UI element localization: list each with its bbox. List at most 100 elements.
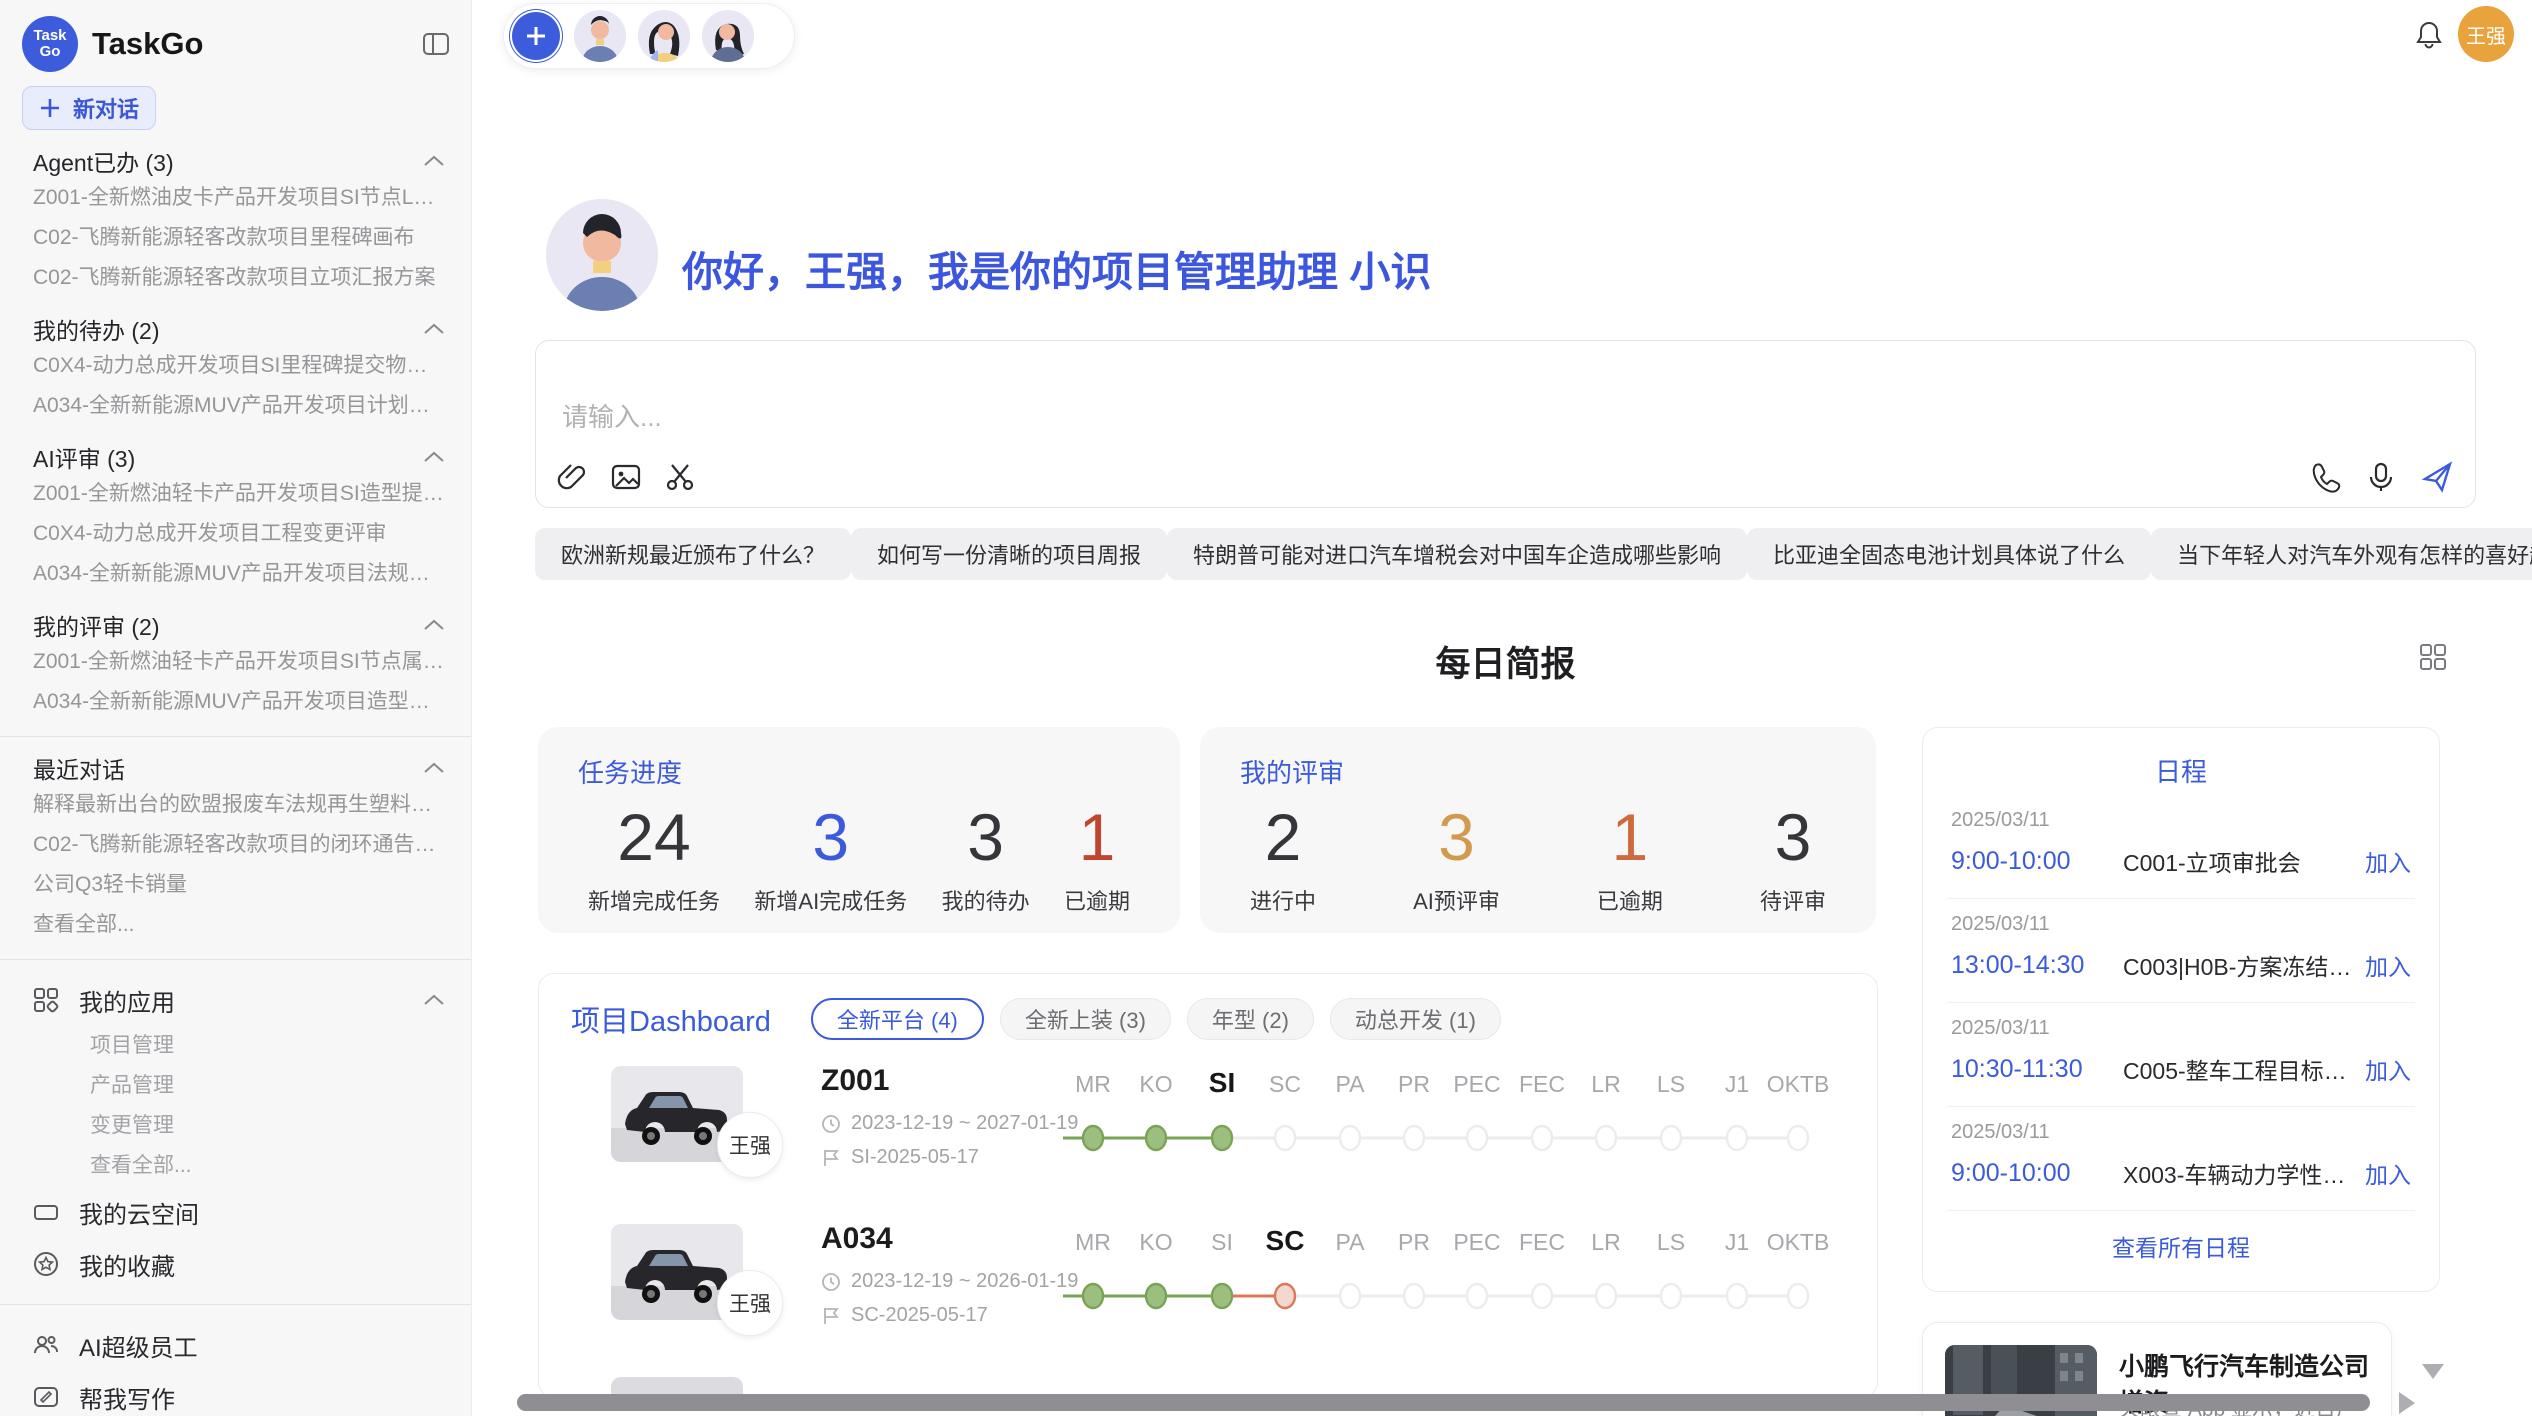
dashboard-title: 项目Dashboard <box>571 998 771 1040</box>
section-header[interactable]: 我的待办 (2) <box>0 312 471 346</box>
recent-item[interactable]: C02-飞腾新能源轻客改款项目的闭环通告反馈情况 <box>0 825 471 865</box>
sidebar-item-help-write[interactable]: 帮我写作 <box>0 1371 471 1416</box>
view-all-schedule-link[interactable]: 查看所有日程 <box>1923 1229 2439 1263</box>
project-flag-text: SC-2025-05-17 <box>851 1304 988 1327</box>
scissors-icon[interactable] <box>664 461 696 493</box>
dashboard-tab[interactable]: 全新平台 (4) <box>811 998 984 1040</box>
suggestion-chip[interactable]: 当下年轻人对汽车外观有怎样的喜好趋势 <box>2151 528 2532 580</box>
stat-label: 我的待办 <box>942 884 1030 916</box>
project-row[interactable]: 王强A034 2023-12-19 ~ 2026-01-19 SC-2025-0… <box>539 1208 1877 1366</box>
project-daterange-text: 2023-12-19 ~ 2027-01-19 <box>851 1112 1078 1135</box>
schedule-date: 2025/03/11 <box>1923 1017 2439 1040</box>
section-header[interactable]: 最近对话 <box>0 751 471 785</box>
chevron-up-icon <box>423 155 445 167</box>
section-header[interactable]: Agent已办 (3) <box>0 144 471 178</box>
recent-item[interactable]: 公司Q3轻卡销量 <box>0 865 471 905</box>
section-title: 我的待办 (2) <box>33 312 160 346</box>
attachment-icon[interactable] <box>556 461 588 493</box>
project-flag-text: SI-2025-05-17 <box>851 1146 979 1169</box>
scroll-down-arrow-icon[interactable] <box>2422 1364 2444 1379</box>
project-owner-badge: 王强 <box>717 1112 783 1178</box>
microphone-icon[interactable] <box>2365 461 2397 493</box>
my-apps-label: 我的应用 <box>79 983 403 1018</box>
sidebar-item-ai-employee[interactable]: AI超级员工 <box>0 1319 471 1371</box>
new-chat-button[interactable]: 新对话 <box>22 86 156 130</box>
agent-avatar-1[interactable] <box>574 10 626 62</box>
sidebar-section: 我的评审 (2)Z001-全新燃油轻卡产品开发项目SI节点属性5D文件评审A03… <box>0 608 471 722</box>
join-meeting-link[interactable]: 加入 <box>2365 948 2411 982</box>
taskgo-logo: Task Go <box>22 16 78 72</box>
chat-input-box[interactable]: 请输入... <box>535 340 2476 508</box>
sidebar-item[interactable]: A034-全新新能源MUV产品开发项目造型可行性评审 <box>0 682 471 722</box>
sidebar-item[interactable]: C02-飞腾新能源轻客改款项目立项汇报方案 <box>0 258 471 298</box>
stat-value: 1 <box>1064 800 1130 874</box>
image-icon[interactable] <box>610 461 642 493</box>
project-daterange: 2023-12-19 ~ 2026-01-19 <box>821 1270 1078 1293</box>
dashboard-tab[interactable]: 全新上装 (3) <box>1000 998 1171 1040</box>
project-code: Z001 <box>821 1064 889 1098</box>
dashboard-tab[interactable]: 年型 (2) <box>1187 998 1314 1040</box>
sidebar-item[interactable]: Z001-全新燃油轻卡产品开发项目SI造型提交物评审 <box>0 474 471 514</box>
project-row[interactable]: 王强 Z001 2023-12-19 ~ 2027-01-19 SI-2025-0… <box>539 1050 1877 1208</box>
suggestion-chip[interactable]: 欧洲新规最近颁布了什么？ <box>535 528 851 580</box>
layout-grid-icon[interactable] <box>2418 642 2448 672</box>
horizontal-scrollbar[interactable] <box>517 1394 2370 1411</box>
schedule-title: 日程 <box>1923 752 2439 789</box>
project-code: A034 <box>821 1222 893 1256</box>
sidebar-item[interactable]: A034-全新新能源MUV产品开发项目法规符合性评审 <box>0 554 471 594</box>
suggestion-chip[interactable]: 特朗普可能对进口汽车增税会对中国车企造成哪些影响 <box>1167 528 1747 580</box>
phone-call-icon[interactable] <box>2309 461 2341 493</box>
section-header[interactable]: 我的评审 (2) <box>0 608 471 642</box>
join-meeting-link[interactable]: 加入 <box>2365 1052 2411 1086</box>
add-agent-button[interactable] <box>510 10 562 62</box>
user-avatar[interactable]: 王强 <box>2458 6 2514 62</box>
sidebar-item-favorites[interactable]: 我的收藏 <box>0 1238 471 1290</box>
my-review-card: 我的评审 2进行中3AI预评审1已逾期3待评审 <box>1200 727 1876 933</box>
suggestion-chip[interactable]: 比亚迪全固态电池计划具体说了什么 <box>1747 528 2151 580</box>
daily-briefing-title: 每日简报 <box>535 636 2476 687</box>
svg-text:SI: SI <box>1209 1067 1235 1098</box>
svg-text:SC: SC <box>1266 1225 1305 1256</box>
people-icon <box>33 1332 59 1358</box>
app-subitem[interactable]: 查看全部... <box>0 1146 471 1186</box>
stat-value: 3 <box>1413 800 1500 874</box>
agent-avatar-3[interactable] <box>702 10 754 62</box>
project-daterange-text: 2023-12-19 ~ 2026-01-19 <box>851 1270 1078 1293</box>
project-dashboard-card: 项目Dashboard 全新平台 (4) 全新上装 (3) 年型 (2) 动总开发 (… <box>538 973 1878 1398</box>
svg-text:FEC: FEC <box>1519 1071 1565 1097</box>
section-title: AI评审 (3) <box>33 440 135 474</box>
notification-bell-icon[interactable] <box>2412 18 2446 52</box>
section-header[interactable]: AI评审 (3) <box>0 440 471 474</box>
sidebar-item[interactable]: Z001-全新燃油皮卡产品开发项目SI节点Lesson Learn报告 <box>0 178 471 218</box>
chevron-up-icon <box>423 762 445 774</box>
recent-item[interactable]: 解释最新出台的欧盟报废车法规再生塑料比例被调至15%... <box>0 785 471 825</box>
project-flag: SC-2025-05-17 <box>821 1304 988 1327</box>
dashboard-tab[interactable]: 动总开发 (1) <box>1330 998 1501 1040</box>
send-icon[interactable] <box>2421 461 2453 493</box>
svg-text:MR: MR <box>1075 1229 1111 1255</box>
schedule-line: 13:00-14:30C003|H0B-方案冻结评审加入 <box>1923 948 2439 982</box>
scroll-right-arrow-icon[interactable] <box>2399 1392 2415 1414</box>
sidebar-item-cloud-space[interactable]: 我的云空间 <box>0 1186 471 1238</box>
join-meeting-link[interactable]: 加入 <box>2365 844 2411 878</box>
agent-avatar-2[interactable] <box>638 10 690 62</box>
app-subitem[interactable]: 产品管理 <box>0 1066 471 1106</box>
sidebar-item[interactable]: A034-全新新能源MUV产品开发项目计划变更变更编写 <box>0 386 471 426</box>
collapse-sidebar-icon[interactable] <box>421 29 451 59</box>
recent-item[interactable]: 查看全部... <box>0 905 471 945</box>
schedule-card: 日程 2025/03/119:00-10:00C001-立项审批会加入2025/… <box>1922 727 2440 1292</box>
suggestion-chip[interactable]: 如何写一份清晰的项目周报 <box>851 528 1167 580</box>
sidebar-item[interactable]: C02-飞腾新能源轻客改款项目里程碑画布 <box>0 218 471 258</box>
join-meeting-link[interactable]: 加入 <box>2365 1156 2411 1190</box>
svg-text:LR: LR <box>1591 1071 1620 1097</box>
sidebar-item[interactable]: C0X4-动力总成开发项目SI里程碑提交物检查 <box>0 346 471 386</box>
person-avatar-icon <box>702 10 754 62</box>
sidebar-item[interactable]: C0X4-动力总成开发项目工程变更评审 <box>0 514 471 554</box>
sidebar-item-my-apps[interactable]: 我的应用 <box>0 974 471 1026</box>
new-chat-label: 新对话 <box>73 92 139 124</box>
app-subitem[interactable]: 变更管理 <box>0 1106 471 1146</box>
sidebar-item[interactable]: Z001-全新燃油轻卡产品开发项目SI节点属性5D文件评审 <box>0 642 471 682</box>
sidebar-divider <box>0 1304 471 1305</box>
app-subitem[interactable]: 项目管理 <box>0 1026 471 1066</box>
agent-switcher <box>503 3 795 69</box>
